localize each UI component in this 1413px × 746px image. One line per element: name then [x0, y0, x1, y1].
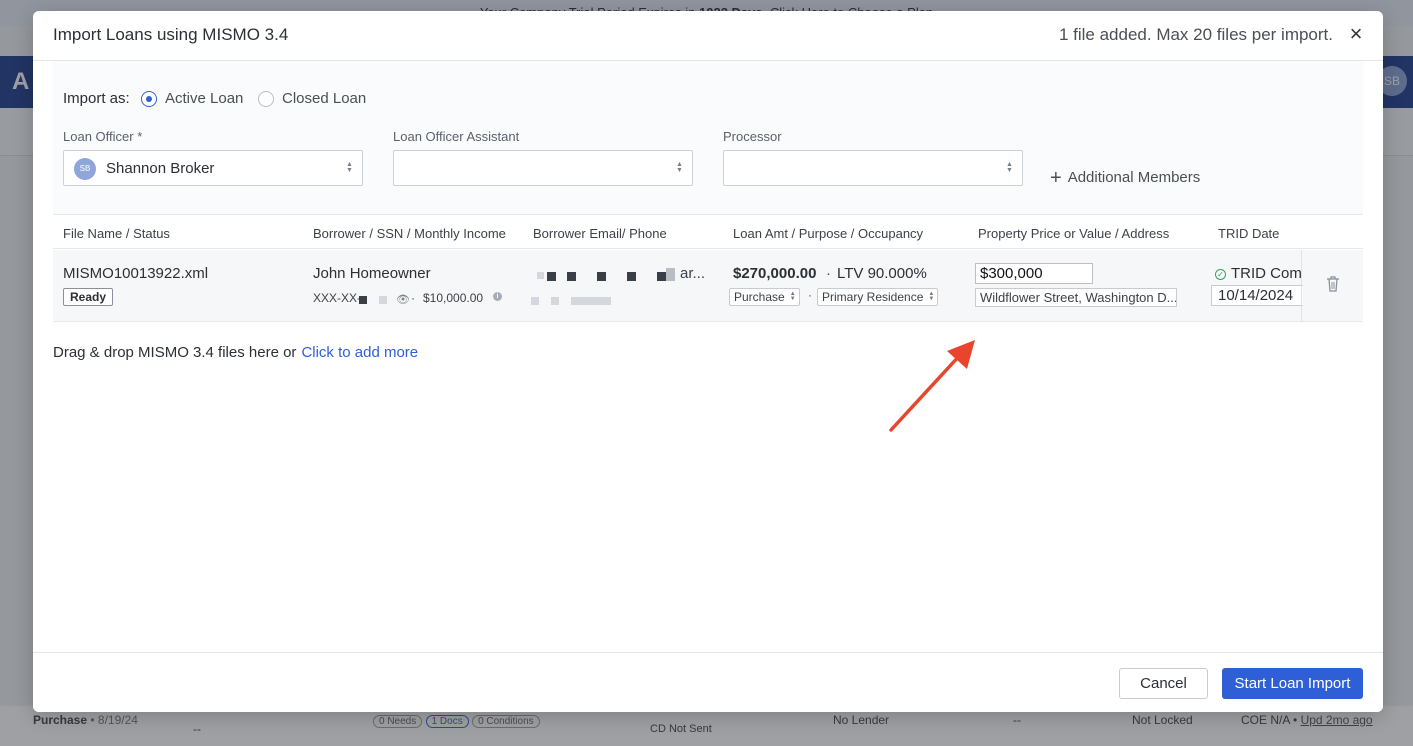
- col-property: Property Price or Value / Address: [978, 226, 1170, 241]
- file-count-text: 1 file added. Max 20 files per import.: [1058, 25, 1333, 44]
- borrower-name: John Homeowner: [313, 265, 431, 282]
- monthly-income: $10,000.00: [423, 291, 484, 305]
- ltv-value: LTV 90.000%: [837, 265, 927, 282]
- trash-icon[interactable]: [1325, 275, 1341, 293]
- eye-icon[interactable]: 👁: [396, 293, 410, 306]
- trid-date-input[interactable]: 10/14/2024: [1211, 285, 1303, 306]
- redaction: [657, 272, 666, 281]
- col-borrower: Borrower / SSN / Monthly Income: [313, 226, 506, 241]
- check-circle-icon: ✓: [1215, 269, 1226, 280]
- cancel-button[interactable]: Cancel: [1119, 668, 1208, 699]
- redaction: [627, 272, 636, 281]
- redaction: [567, 272, 576, 281]
- status-badge: Ready: [63, 288, 114, 306]
- property-address-input[interactable]: Wildflower Street, Washington D...: [975, 288, 1177, 307]
- start-loan-import-button[interactable]: Start Loan Import: [1222, 668, 1363, 699]
- trid-status: ✓TRID Complete: [1215, 265, 1301, 282]
- radio-label-active-loan[interactable]: Active Loan: [165, 90, 243, 107]
- annotation-arrow-icon: [889, 340, 975, 432]
- loan-amount: $270,000.00: [733, 265, 817, 282]
- modal-header: Import Loans using MISMO 3.4 1 file adde…: [33, 11, 1383, 61]
- redaction: [571, 297, 611, 305]
- loan-officer-label: Loan Officer *: [63, 129, 143, 144]
- redaction: [537, 272, 544, 279]
- drop-zone-text: Drag & drop MISMO 3.4 files here or: [53, 344, 297, 361]
- purpose-select[interactable]: Purchase ▲ ▼: [729, 288, 800, 306]
- column-divider: [1301, 250, 1302, 322]
- table-header: File Name / Status Borrower / SSN / Mont…: [53, 216, 1363, 249]
- additional-members-button[interactable]: + Additional Members: [1050, 167, 1200, 190]
- redaction: [666, 268, 675, 281]
- select-arrows-icon: ▲ ▼: [1006, 161, 1013, 174]
- col-email: Borrower Email/ Phone: [533, 226, 667, 241]
- modal-footer: Cancel Start Loan Import: [33, 652, 1383, 712]
- redaction: [547, 272, 556, 281]
- add-more-link[interactable]: Click to add more: [301, 344, 418, 361]
- close-icon[interactable]: ×: [1347, 23, 1365, 45]
- radio-closed-loan[interactable]: [258, 91, 274, 107]
- property-price-input[interactable]: $300,000: [975, 263, 1093, 284]
- select-arrows-icon: ▲ ▼: [346, 161, 353, 174]
- import-as-label: Import as:: [63, 90, 130, 107]
- processor-label: Processor: [723, 129, 782, 144]
- occupancy-select[interactable]: Primary Residence ▲ ▼: [817, 288, 939, 306]
- radio-label-closed-loan[interactable]: Closed Loan: [282, 90, 366, 107]
- info-icon[interactable]: i: [493, 292, 502, 301]
- file-name: MISMO10013922.xml: [63, 265, 209, 282]
- email-text: ar...: [680, 265, 706, 282]
- loan-officer-select[interactable]: SB Shannon Broker ▲ ▼: [63, 150, 363, 186]
- select-arrows-icon: ▲ ▼: [928, 291, 935, 302]
- redaction: [359, 296, 367, 304]
- processor-select[interactable]: ▲ ▼: [723, 150, 1023, 186]
- col-file-name: File Name / Status: [63, 226, 170, 241]
- plus-icon: +: [1050, 167, 1062, 189]
- import-settings-panel: Import as: Active Loan Closed Loan Loan …: [53, 61, 1363, 215]
- col-trid: TRID Date: [1218, 226, 1280, 241]
- avatar: SB: [74, 158, 96, 180]
- assistant-label: Loan Officer Assistant: [393, 129, 520, 144]
- modal-title: Import Loans using MISMO 3.4: [53, 25, 289, 44]
- ssn-masked: XXX-XX-: [313, 291, 362, 305]
- select-arrows-icon: ▲ ▼: [676, 161, 683, 174]
- radio-active-loan[interactable]: [141, 91, 157, 107]
- redaction: [551, 297, 559, 305]
- table-row: MISMO10013922.xml Ready John Homeowner X…: [53, 250, 1363, 322]
- drop-zone[interactable]: Drag & drop MISMO 3.4 files here or Click…: [53, 344, 418, 361]
- redaction: [597, 272, 606, 281]
- import-loans-modal: Import Loans using MISMO 3.4 1 file adde…: [33, 11, 1383, 712]
- modal-body: Import as: Active Loan Closed Loan Loan …: [33, 61, 1383, 653]
- redaction: [531, 297, 539, 305]
- select-arrows-icon: ▲ ▼: [789, 291, 796, 302]
- loan-officer-value: Shannon Broker: [106, 160, 215, 177]
- col-loan-amt: Loan Amt / Purpose / Occupancy: [733, 226, 924, 241]
- redaction: [379, 296, 387, 304]
- assistant-select[interactable]: ▲ ▼: [393, 150, 693, 186]
